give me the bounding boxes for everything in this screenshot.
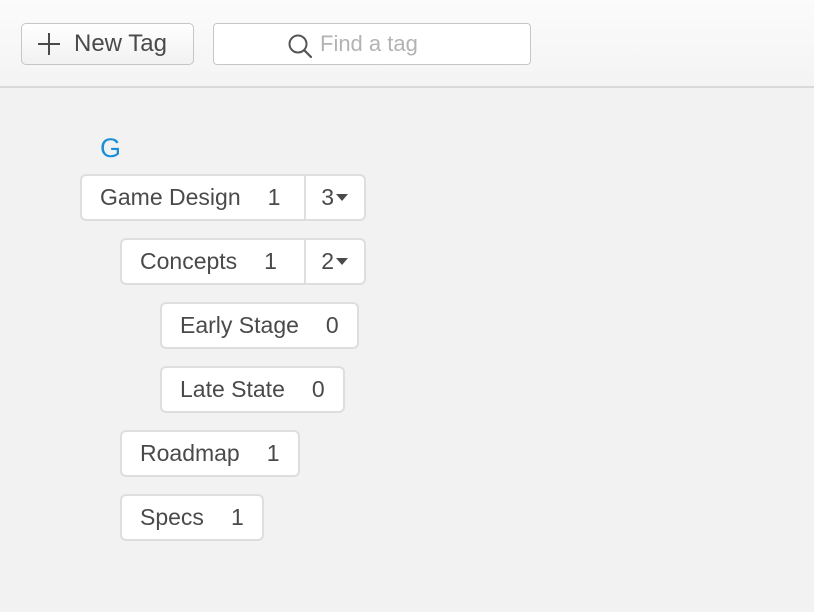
tag-count: 1	[267, 184, 281, 210]
tag-early-stage-main[interactable]: Early Stage 0	[162, 304, 357, 347]
search-input[interactable]	[320, 24, 520, 64]
tag-name: Specs	[140, 504, 204, 530]
tag-game-design-main[interactable]: Game Design 1	[82, 176, 304, 219]
tag-late-state[interactable]: Late State 0	[160, 366, 345, 413]
tag-name: Concepts	[140, 248, 238, 274]
caret-down-icon	[336, 194, 348, 201]
tag-count: 0	[325, 312, 339, 338]
tag-name: Late State	[180, 376, 285, 402]
tag-roadmap[interactable]: Roadmap 1	[120, 430, 300, 477]
children-count: 3	[321, 184, 334, 210]
tag-concepts[interactable]: Concepts 1 2	[120, 238, 366, 285]
tag-concepts-children-toggle[interactable]: 2	[304, 240, 364, 283]
caret-down-icon	[336, 258, 348, 265]
tag-name: Roadmap	[140, 440, 240, 466]
tag-name: Game Design	[100, 184, 241, 210]
group-letter-heading: G	[100, 133, 122, 163]
plus-icon	[38, 33, 60, 55]
tag-concepts-main[interactable]: Concepts 1	[122, 240, 304, 283]
tag-roadmap-main[interactable]: Roadmap 1	[122, 432, 298, 475]
toolbar: New Tag	[0, 0, 814, 88]
tag-count: 1	[264, 248, 277, 274]
tag-game-design[interactable]: Game Design 1 3	[80, 174, 366, 221]
new-tag-button[interactable]: New Tag	[21, 23, 194, 65]
new-tag-label: New Tag	[74, 30, 167, 57]
tag-count: 1	[266, 440, 280, 466]
search-box[interactable]	[213, 23, 531, 65]
tag-late-state-main[interactable]: Late State 0	[162, 368, 343, 411]
tag-early-stage[interactable]: Early Stage 0	[160, 302, 359, 349]
tag-game-design-children-toggle[interactable]: 3	[304, 176, 364, 219]
tag-count: 1	[230, 504, 244, 530]
search-icon	[288, 34, 313, 59]
tag-specs[interactable]: Specs 1	[120, 494, 264, 541]
tag-specs-main[interactable]: Specs 1	[122, 496, 262, 539]
children-count: 2	[321, 248, 334, 274]
tag-name: Early Stage	[180, 312, 299, 338]
tag-count: 0	[311, 376, 325, 402]
